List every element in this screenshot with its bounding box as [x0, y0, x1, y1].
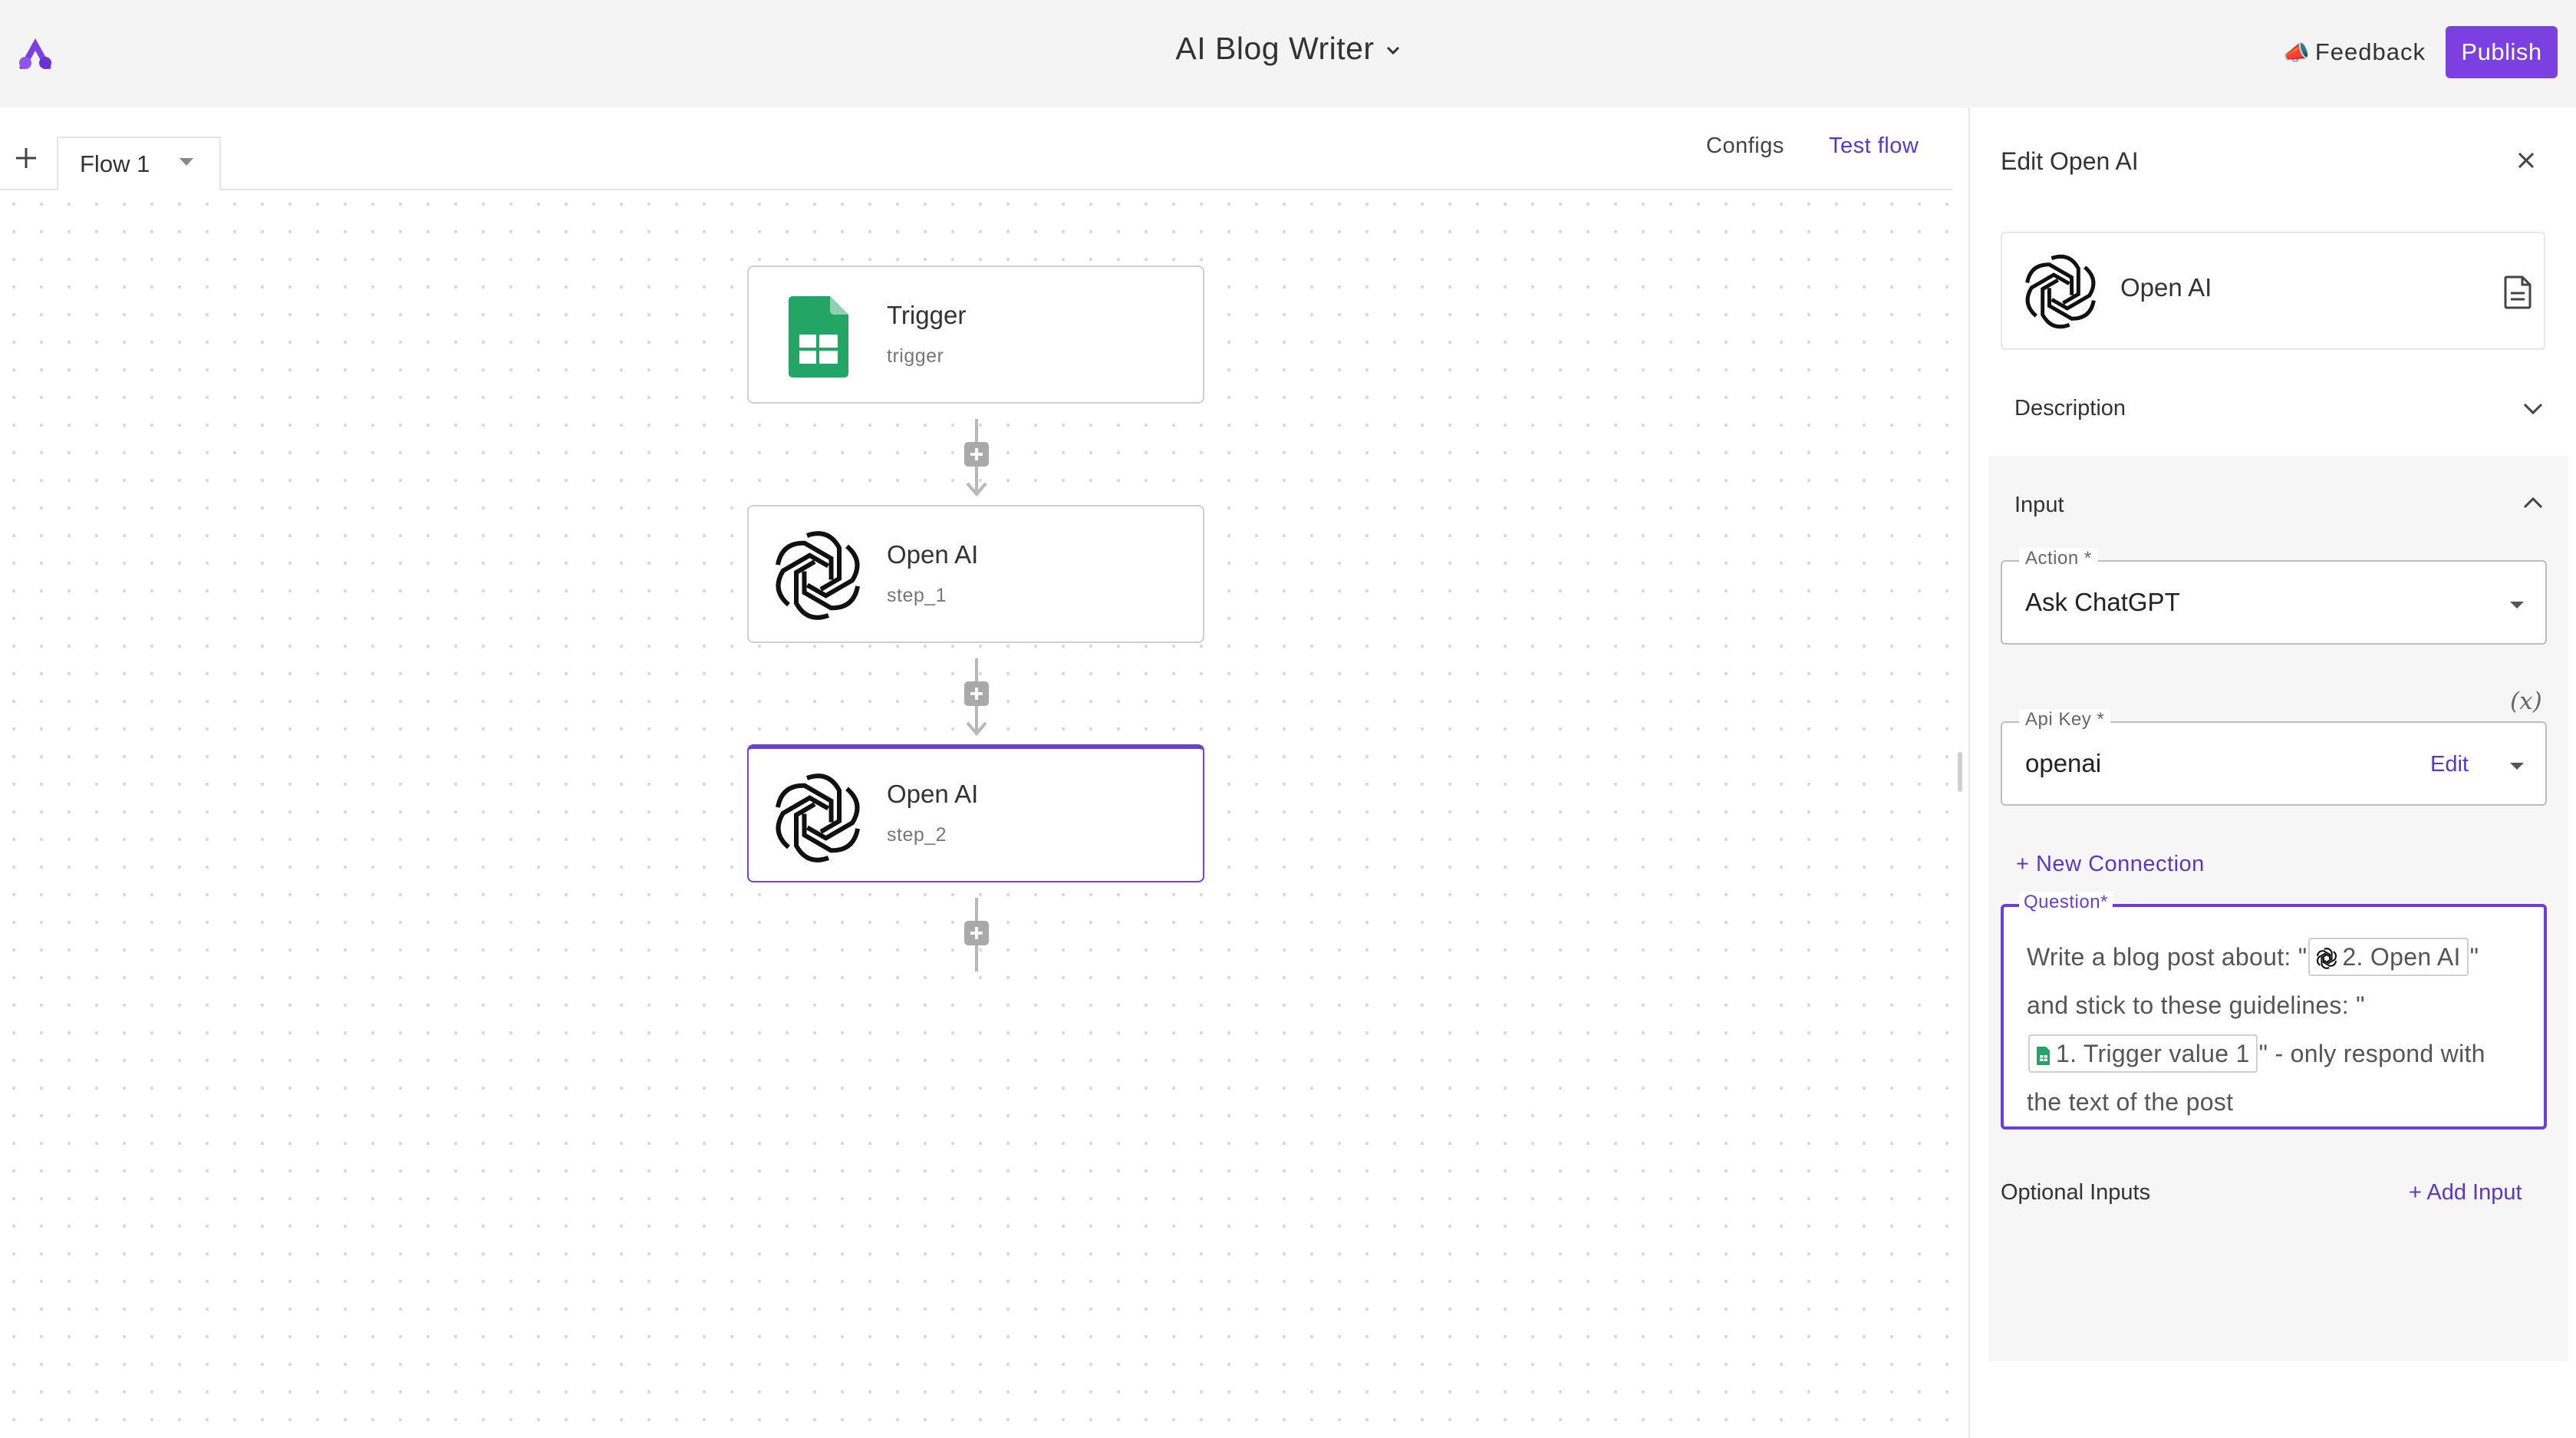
openai-icon — [2317, 948, 2337, 969]
add-flow-plus-icon[interactable] — [14, 146, 38, 170]
flow-canvas[interactable]: Trigger trigger Open AI step_1 Open AI s… — [0, 190, 1953, 1438]
variable-toggle-button[interactable]: (x) — [2510, 688, 2542, 715]
flow-node-openai-step-2[interactable]: Open AI step_2 — [747, 744, 1204, 882]
add-step-plus-icon[interactable] — [964, 921, 989, 945]
flow-connector — [964, 419, 989, 497]
question-text[interactable]: Write a blog post about: " 2. Open AI " an… — [2027, 933, 2525, 1126]
google-sheets-icon — [2037, 1047, 2050, 1065]
piece-name: Open AI — [2120, 273, 2212, 302]
mention-chip-label: 2. Open AI — [2342, 943, 2461, 971]
top-bar: AI Blog Writer 📣 Feedback Publish — [0, 0, 2576, 107]
flow-tab-bar: Flow 1 Configs Test flow — [0, 107, 1953, 190]
chevron-down-icon — [1386, 47, 1399, 55]
openai-icon — [2025, 254, 2096, 329]
panel-resize-handle[interactable] — [1958, 752, 1962, 792]
feedback-button[interactable]: 📣 Feedback — [2283, 34, 2426, 71]
question-text-part: Write a blog post about: " — [2027, 943, 2308, 971]
new-connection-button[interactable]: + New Connection — [2016, 852, 2205, 877]
api-key-select[interactable]: Api Key * openai Edit — [2001, 709, 2547, 806]
edit-connection-button[interactable]: Edit — [2430, 752, 2469, 777]
question-field-label: Question* — [2019, 892, 2113, 913]
caret-down-icon — [2510, 602, 2524, 609]
node-step-name: step_1 — [887, 585, 947, 606]
chevron-up-icon[interactable] — [2522, 496, 2544, 510]
flow-title-text: AI Blog Writer — [1175, 31, 1375, 66]
publish-button[interactable]: Publish — [2446, 26, 2558, 78]
description-section-header[interactable]: Description — [1988, 371, 2568, 456]
tab-label: Flow 1 — [80, 150, 150, 177]
add-step-plus-icon[interactable] — [964, 681, 989, 706]
mention-chip-trigger[interactable]: 1. Trigger value 1 — [2028, 1034, 2258, 1073]
configs-button[interactable]: Configs — [1706, 134, 1784, 159]
action-field-label: Action * — [2019, 548, 2098, 569]
api-key-value: openai — [2025, 749, 2102, 777]
node-step-name: step_2 — [887, 824, 947, 846]
node-title: Open AI — [887, 780, 979, 808]
add-input-button[interactable]: + Add Input — [2409, 1180, 2522, 1205]
optional-inputs-label: Optional Inputs — [2001, 1180, 2151, 1205]
panel-title: Edit Open AI — [2001, 147, 2139, 175]
action-select[interactable]: Action * Ask ChatGPT — [2001, 548, 2547, 645]
megaphone-icon: 📣 — [2283, 41, 2311, 64]
flow-connector — [964, 658, 989, 737]
caret-down-icon[interactable] — [178, 157, 195, 167]
node-title: Open AI — [887, 540, 979, 569]
flow-connector — [964, 898, 989, 971]
mention-chip-step-2[interactable]: 2. Open AI — [2308, 938, 2469, 976]
input-label[interactable]: Input — [2014, 493, 2064, 518]
node-title: Trigger — [887, 301, 967, 329]
test-flow-button[interactable]: Test flow — [1829, 134, 1919, 159]
flow-node-trigger[interactable]: Trigger trigger — [747, 266, 1204, 404]
tab-flow-1[interactable]: Flow 1 — [57, 137, 221, 190]
piece-card: Open AI — [2001, 232, 2545, 350]
caret-down-icon — [2510, 763, 2524, 770]
flow-node-openai-step-1[interactable]: Open AI step_1 — [747, 505, 1204, 643]
description-label: Description — [2014, 396, 2126, 421]
mention-chip-label: 1. Trigger value 1 — [2056, 1040, 2250, 1067]
google-sheets-icon — [789, 296, 848, 378]
api-key-field-label: Api Key * — [2019, 709, 2111, 731]
edit-step-panel: Edit Open AI Open AI Description Input A… — [1968, 107, 2576, 1438]
question-field[interactable]: Question* Write a blog post about: " 2. O… — [2001, 892, 2547, 1130]
openai-icon — [776, 531, 860, 620]
chevron-down-icon — [2523, 403, 2543, 415]
document-icon[interactable] — [2502, 275, 2533, 310]
node-step-name: trigger — [887, 345, 944, 367]
feedback-label: Feedback — [2314, 38, 2426, 65]
openai-icon — [776, 773, 860, 862]
add-step-plus-icon[interactable] — [964, 442, 989, 467]
action-value: Ask ChatGPT — [2025, 588, 2180, 616]
flow-title[interactable]: AI Blog Writer — [0, 31, 2576, 67]
close-icon[interactable] — [2516, 150, 2536, 170]
